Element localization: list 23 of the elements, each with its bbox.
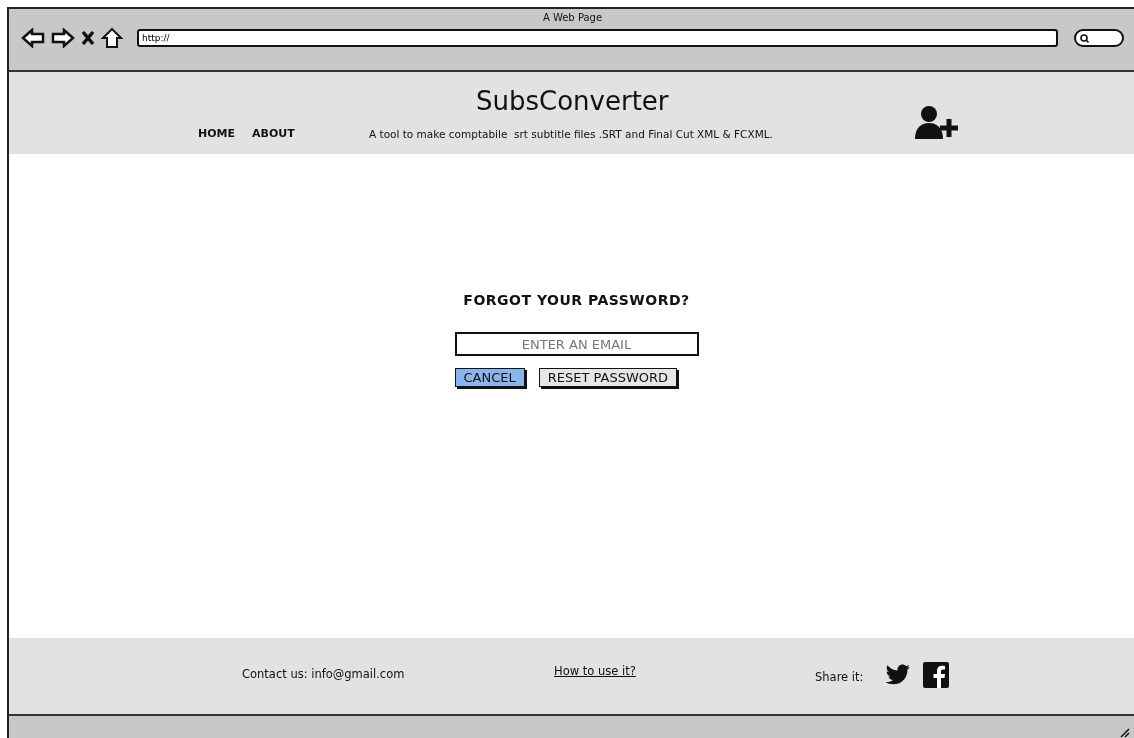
reset-password-button[interactable]: RESET PASSWORD: [538, 368, 678, 387]
contact-text: Contact us: info@gmail.com: [242, 667, 405, 681]
form-heading: FORGOT YOUR PASSWORD?: [463, 292, 690, 308]
tagline: A tool to make comptabile srt subtitle files .SRT and Final Cut XML & FCXML.: [369, 128, 773, 140]
resize-grip-icon[interactable]: [1120, 728, 1130, 738]
nav-link[interactable]: HOME: [198, 127, 236, 140]
forward-icon[interactable]: [51, 28, 75, 48]
help-link[interactable]: How to use it?: [554, 664, 636, 678]
share-label: Share it:: [815, 670, 864, 684]
window-title: A Web Page: [541, 12, 604, 23]
site-title: SubsConverter: [476, 86, 669, 116]
cancel-button[interactable]: CANCEL: [454, 368, 525, 387]
address-field[interactable]: http://: [137, 29, 1058, 47]
add-user-icon[interactable]: [914, 105, 960, 141]
search-field[interactable]: [1074, 29, 1124, 47]
bird-icon[interactable]: [885, 664, 911, 686]
home-icon[interactable]: [101, 27, 123, 49]
facebook-icon[interactable]: [923, 662, 949, 688]
email-field[interactable]: ENTER AN EMAIL: [454, 332, 699, 356]
back-icon[interactable]: [21, 28, 45, 48]
nav-link[interactable]: ABOUT: [252, 127, 295, 140]
search-icon: [1080, 33, 1089, 43]
close-icon[interactable]: [81, 30, 95, 46]
